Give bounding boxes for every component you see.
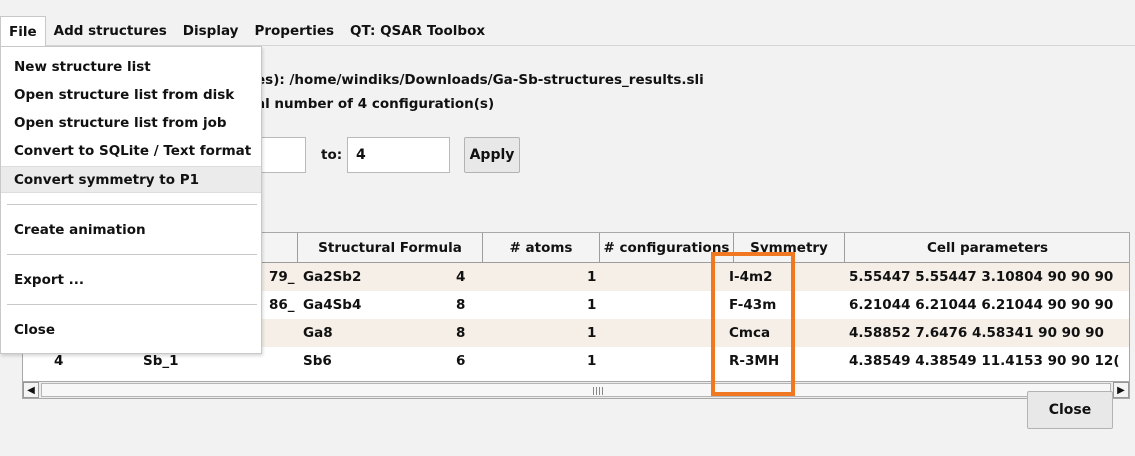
cell-symmetry: R-3MH (729, 353, 780, 369)
scrollbar-thumb[interactable] (41, 383, 1111, 397)
menu-item-open-from-disk[interactable]: Open structure list from disk (1, 82, 261, 109)
menu-separator (7, 254, 257, 255)
structure-list-path: es): /home/windiks/Downloads/Ga-Sb-struc… (256, 72, 704, 88)
menu-display[interactable]: Display (175, 16, 247, 46)
cell-parameters: 4.38549 4.38549 11.4153 90 90 12( (849, 353, 1120, 369)
scroll-left-icon[interactable]: ◀ (23, 382, 39, 398)
menu-item-close[interactable]: Close (1, 317, 261, 344)
cell-symmetry: I-4m2 (729, 269, 773, 285)
cell-parameters: 4.58852 7.6476 4.58341 90 90 90 (849, 325, 1104, 341)
menu-separator (7, 304, 257, 305)
configuration-count: al number of 4 configuration(s) (256, 96, 495, 112)
cell-configurations: 1 (587, 269, 597, 285)
menu-separator (7, 204, 257, 205)
cell-atoms: 8 (456, 325, 466, 341)
header-symmetry[interactable]: Symmetry (734, 233, 845, 263)
apply-button[interactable]: Apply (464, 137, 520, 173)
header-structural-formula[interactable]: Structural Formula (298, 233, 483, 263)
header-atoms[interactable]: # atoms (483, 233, 600, 263)
close-button[interactable]: Close (1027, 391, 1113, 429)
menu-item-convert-symmetry[interactable]: Convert symmetry to P1 (1, 166, 261, 193)
menu-qsar-toolbox[interactable]: QT: QSAR Toolbox (342, 16, 493, 46)
cell-name: 79_ (269, 269, 295, 285)
cell-configurations: 1 (587, 325, 597, 341)
menu-properties[interactable]: Properties (246, 16, 342, 46)
scroll-right-icon[interactable]: ▶ (1113, 382, 1129, 398)
cell-atoms: 4 (456, 269, 466, 285)
menu-item-convert-sqlite[interactable]: Convert to SQLite / Text format (1, 138, 261, 165)
file-menu-dropdown: New structure list Open structure list f… (0, 46, 262, 354)
cell-symmetry: Cmca (729, 325, 771, 341)
menu-item-export[interactable]: Export ... (1, 267, 261, 294)
cell-configurations: 1 (587, 353, 597, 369)
cell-atoms: 8 (456, 297, 466, 313)
cell-formula: Sb6 (303, 353, 332, 369)
cell-formula: Ga8 (303, 325, 333, 341)
cell-atoms: 6 (456, 353, 466, 369)
cell-formula: Ga2Sb2 (303, 269, 362, 285)
header-configurations[interactable]: # configurations (600, 233, 734, 263)
menu-item-create-animation[interactable]: Create animation (1, 217, 261, 244)
menu-item-open-from-job[interactable]: Open structure list from job (1, 110, 261, 137)
menu-add-structures[interactable]: Add structures (46, 16, 175, 46)
cell-symmetry: F-43m (729, 297, 777, 313)
cell-name: 86_ (269, 297, 295, 313)
menu-bar: File Add structures Display Properties Q… (0, 15, 1135, 46)
grip-icon (593, 387, 603, 395)
cell-formula: Ga4Sb4 (303, 297, 362, 313)
cell-parameters: 6.21044 6.21044 6.21044 90 90 90 (849, 297, 1114, 313)
cell-configurations: 1 (587, 297, 597, 313)
cell-parameters: 5.55447 5.55447 3.10804 90 90 90 (849, 269, 1114, 285)
range-to-input[interactable]: 4 (347, 137, 450, 173)
horizontal-scrollbar[interactable]: ◀ ▶ (22, 381, 1130, 399)
header-cell-parameters[interactable]: Cell parameters (845, 233, 1129, 263)
menu-item-new-structure-list[interactable]: New structure list (1, 54, 261, 81)
range-to-label: to: (321, 147, 343, 163)
menu-file[interactable]: File (0, 15, 46, 46)
